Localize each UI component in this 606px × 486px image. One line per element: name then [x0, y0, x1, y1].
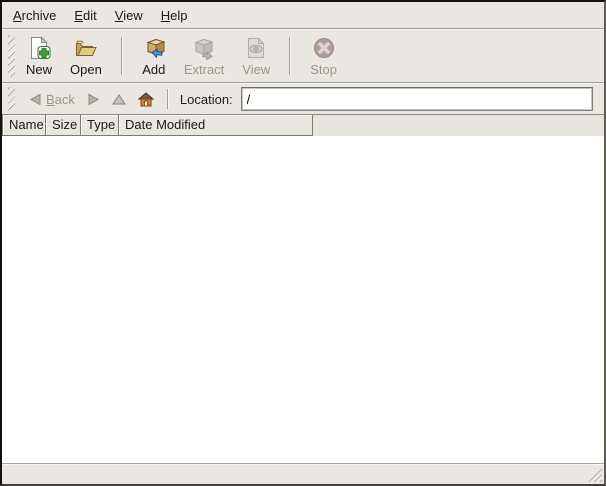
- extract-button-label: Extract: [184, 62, 224, 77]
- home-icon: [138, 92, 154, 107]
- stop-icon: [312, 36, 336, 60]
- menu-bar: Archive Edit View Help: [2, 2, 604, 28]
- status-bar: [2, 464, 604, 484]
- column-header-type[interactable]: Type: [81, 115, 119, 136]
- stop-button[interactable]: Stop: [302, 32, 345, 81]
- new-archive-icon: [27, 36, 51, 60]
- column-header-date-modified[interactable]: Date Modified: [119, 115, 313, 136]
- back-button-label: Back: [46, 92, 75, 107]
- toolbar-separator-1: [121, 37, 123, 75]
- menu-archive-label: Archive: [13, 8, 56, 23]
- menu-view[interactable]: View: [106, 2, 152, 28]
- home-button[interactable]: [132, 89, 160, 110]
- toolbar-separator-2: [289, 37, 291, 75]
- stop-button-label: Stop: [310, 62, 337, 77]
- menu-archive[interactable]: Archive: [4, 2, 65, 28]
- extract-icon: [192, 36, 216, 60]
- menu-view-label: View: [115, 8, 143, 23]
- column-header-filler: [313, 115, 604, 136]
- resize-grip[interactable]: [588, 468, 602, 482]
- forward-button[interactable]: [81, 90, 106, 109]
- view-button[interactable]: View: [234, 32, 278, 81]
- view-file-icon: [244, 36, 268, 60]
- file-list-rows[interactable]: [2, 136, 604, 463]
- back-icon: [29, 93, 42, 106]
- file-list-header: Name Size Type Date Modified: [2, 114, 604, 136]
- menu-edit[interactable]: Edit: [65, 2, 105, 28]
- open-button[interactable]: Open: [62, 32, 110, 81]
- archive-manager-window: Archive Edit View Help New: [0, 0, 606, 486]
- column-header-size[interactable]: Size: [46, 115, 81, 136]
- back-button[interactable]: Back: [23, 89, 81, 110]
- new-button[interactable]: New: [18, 32, 60, 81]
- toolbar: New Open Add: [2, 30, 604, 82]
- open-archive-icon: [74, 36, 98, 60]
- navbar-grip-handle[interactable]: [8, 87, 15, 111]
- column-header-name[interactable]: Name: [2, 115, 46, 136]
- extract-button[interactable]: Extract: [176, 32, 232, 81]
- open-button-label: Open: [70, 62, 102, 77]
- location-input[interactable]: [241, 87, 593, 111]
- add-button-label: Add: [142, 62, 165, 77]
- forward-icon: [87, 93, 100, 106]
- up-button[interactable]: [106, 90, 132, 109]
- toolbar-grip-handle[interactable]: [8, 35, 15, 77]
- new-button-label: New: [26, 62, 52, 77]
- navbar-separator: [167, 89, 169, 109]
- menu-help[interactable]: Help: [152, 2, 197, 28]
- file-list: Name Size Type Date Modified: [2, 114, 604, 464]
- up-icon: [112, 93, 126, 106]
- add-files-icon: [142, 36, 166, 60]
- view-button-label: View: [242, 62, 270, 77]
- add-button[interactable]: Add: [134, 32, 174, 81]
- menu-help-label: Help: [161, 8, 188, 23]
- menu-edit-label: Edit: [74, 8, 96, 23]
- location-label: Location:: [180, 92, 233, 107]
- navigation-bar: Back Location:: [2, 84, 604, 114]
